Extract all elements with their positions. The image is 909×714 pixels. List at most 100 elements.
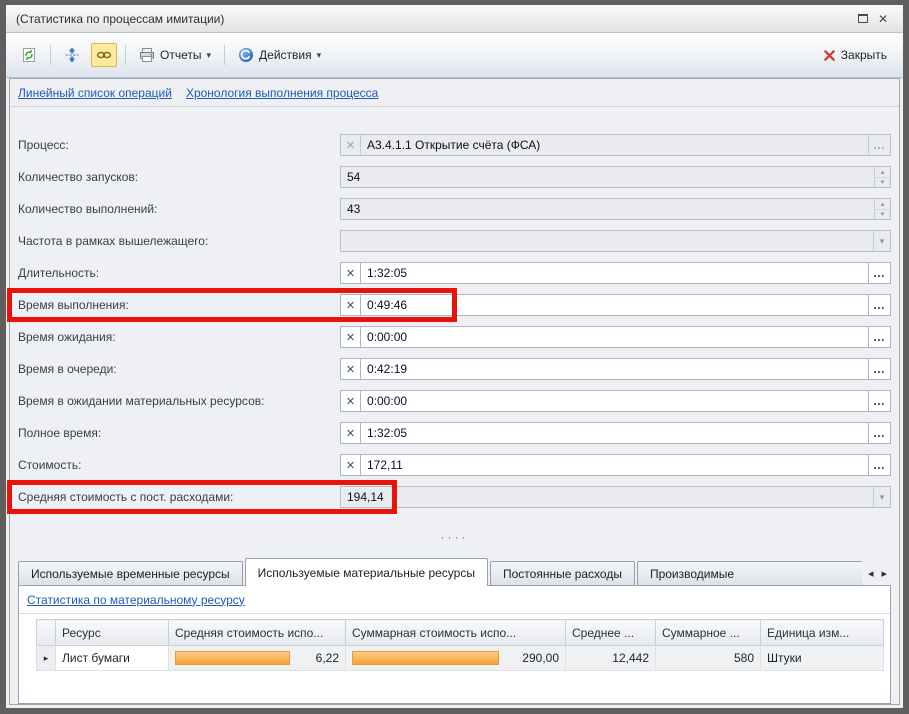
clear-icon[interactable]: ✕ xyxy=(341,359,361,379)
toolbar-separator xyxy=(125,45,126,65)
execution-time-field[interactable]: ✕ 0:49:46 … xyxy=(340,294,891,316)
spin-down-icon: ▾ xyxy=(875,178,890,188)
launch-count-value: 54 xyxy=(341,167,874,187)
clear-icon[interactable]: ✕ xyxy=(341,295,361,315)
duration-value[interactable]: 1:32:05 xyxy=(361,263,868,283)
form-row-execution-count: Количество выполнений: 43 ▴▾ xyxy=(18,198,891,220)
execution-time-value[interactable]: 0:49:46 xyxy=(361,295,868,315)
printer-icon xyxy=(139,47,155,63)
clear-icon[interactable]: ✕ xyxy=(341,391,361,411)
tab-scroll-left-icon[interactable]: ◂ xyxy=(868,567,874,580)
actions-globe-icon xyxy=(238,47,254,63)
screenshot-root: (Статистика по процессам имитации) ✕ xyxy=(0,0,909,714)
cost-value[interactable]: 172,11 xyxy=(361,455,868,475)
avg-cost-fixed-value: 194,14 xyxy=(341,487,873,507)
frequency-field: ▾ xyxy=(340,230,891,252)
resource-grid-wrap: Ресурс Средняя стоимость испо... Суммарн… xyxy=(36,619,890,671)
material-wait-time-value[interactable]: 0:00:00 xyxy=(361,391,868,411)
form-row-avg-cost-fixed: Средняя стоимость с пост. расходами: 194… xyxy=(18,486,891,508)
form-row-duration: Длительность: ✕ 1:32:05 … xyxy=(18,262,891,284)
ellipsis-button[interactable]: … xyxy=(868,327,890,347)
ellipsis-button[interactable]: … xyxy=(868,263,890,283)
waiting-time-value[interactable]: 0:00:00 xyxy=(361,327,868,347)
window-close-button[interactable]: ✕ xyxy=(873,10,893,28)
linear-operations-link[interactable]: Линейный список операций xyxy=(18,86,172,100)
cost-label: Стоимость: xyxy=(18,458,340,472)
close-label: Закрыть xyxy=(841,48,887,62)
ellipsis-button[interactable]: … xyxy=(868,423,890,443)
page-link-row: Статистика по материальному ресурсу xyxy=(19,586,890,614)
process-field: ✕ А3.4.1.1 Открытие счёта (ФСА) … xyxy=(340,134,891,156)
full-time-field[interactable]: ✕ 1:32:05 … xyxy=(340,422,891,444)
cell-total-cost[interactable]: 290,00 xyxy=(346,646,566,671)
tab-scroll-right-icon[interactable]: ▸ xyxy=(881,567,887,580)
column-header-unit[interactable]: Единица изм... xyxy=(761,620,884,646)
splitter-handle[interactable]: ···· xyxy=(10,530,899,544)
column-header-avg-cost[interactable]: Средняя стоимость испо... xyxy=(169,620,346,646)
cell-unit[interactable]: Штуки xyxy=(761,646,884,671)
form-row-launch-count: Количество запусков: 54 ▴▾ xyxy=(18,166,891,188)
cell-avg-qty[interactable]: 12,442 xyxy=(566,646,656,671)
waiting-time-field[interactable]: ✕ 0:00:00 … xyxy=(340,326,891,348)
material-resources-tab-page: Статистика по материальному ресурсу Ресу… xyxy=(18,585,891,704)
spin-down-icon: ▾ xyxy=(875,210,890,220)
row-indicator-icon: ▸ xyxy=(37,646,56,671)
tab-temporary-resources[interactable]: Используемые временные ресурсы xyxy=(18,561,243,585)
clear-icon[interactable]: ✕ xyxy=(341,455,361,475)
spinner: ▴▾ xyxy=(874,199,890,219)
dropdown-caret-icon: ▾ xyxy=(206,50,211,61)
cell-resource[interactable]: Лист бумаги xyxy=(56,646,169,671)
duration-field[interactable]: ✕ 1:32:05 … xyxy=(340,262,891,284)
dropdown-arrow-icon: ▾ xyxy=(873,487,890,507)
column-header-total-qty[interactable]: Суммарное ... xyxy=(656,620,761,646)
lookup-ellipsis-button: … xyxy=(868,135,890,155)
ellipsis-button[interactable]: … xyxy=(868,295,890,315)
avg-cost-bar xyxy=(175,651,290,665)
ellipsis-button[interactable]: … xyxy=(868,455,890,475)
form-row-queue-time: Время в очереди: ✕ 0:42:19 … xyxy=(18,358,891,380)
cost-field[interactable]: ✕ 172,11 … xyxy=(340,454,891,476)
column-header-resource[interactable]: Ресурс xyxy=(56,620,169,646)
full-time-value[interactable]: 1:32:05 xyxy=(361,423,868,443)
table-row[interactable]: ▸ Лист бумаги 6,22 xyxy=(37,646,884,671)
avg-cost-fixed-field: 194,14 ▾ xyxy=(340,486,891,508)
queue-time-value[interactable]: 0:42:19 xyxy=(361,359,868,379)
clear-icon[interactable]: ✕ xyxy=(341,327,361,347)
column-header-total-cost[interactable]: Суммарная стоимость испо... xyxy=(346,620,566,646)
total-cost-value: 290,00 xyxy=(516,651,559,665)
column-header-avg-qty[interactable]: Среднее ... xyxy=(566,620,656,646)
tab-scroll-buttons: ◂ ▸ xyxy=(862,561,891,585)
cell-total-qty[interactable]: 580 xyxy=(656,646,761,671)
ellipsis-button[interactable]: … xyxy=(868,391,890,411)
link-mode-toggle[interactable] xyxy=(91,43,117,67)
tab-fixed-costs[interactable]: Постоянные расходы xyxy=(490,561,635,585)
refresh-button[interactable] xyxy=(16,43,42,67)
reports-menu-button[interactable]: Отчеты ▾ xyxy=(134,43,216,67)
duration-label: Длительность: xyxy=(18,266,340,280)
form-row-process: Процесс: ✕ А3.4.1.1 Открытие счёта (ФСА)… xyxy=(18,134,891,156)
avg-cost-value: 6,22 xyxy=(310,651,339,665)
material-wait-time-field[interactable]: ✕ 0:00:00 … xyxy=(340,390,891,412)
form-row-waiting-time: Время ожидания: ✕ 0:00:00 … xyxy=(18,326,891,348)
frequency-value xyxy=(341,231,873,251)
clear-icon[interactable]: ✕ xyxy=(341,263,361,283)
autofit-button[interactable] xyxy=(59,43,85,67)
fit-height-icon xyxy=(64,47,80,63)
tab-strip: Используемые временные ресурсы Используе… xyxy=(18,558,891,585)
maximize-button[interactable] xyxy=(853,10,873,28)
refresh-icon xyxy=(21,47,37,63)
close-button[interactable]: Закрыть xyxy=(817,45,893,65)
form-row-frequency: Частота в рамках вышележащего: ▾ xyxy=(18,230,891,252)
tab-produced[interactable]: Производимые xyxy=(637,561,862,585)
cell-avg-cost[interactable]: 6,22 xyxy=(169,646,346,671)
actions-menu-button[interactable]: Действия ▾ xyxy=(233,43,326,67)
material-resource-statistics-link[interactable]: Статистика по материальному ресурсу xyxy=(27,593,245,607)
clear-icon[interactable]: ✕ xyxy=(341,423,361,443)
execution-time-label: Время выполнения: xyxy=(18,298,340,312)
reports-label: Отчеты xyxy=(160,48,201,62)
ellipsis-button[interactable]: … xyxy=(868,359,890,379)
red-x-icon xyxy=(823,49,836,62)
tab-material-resources[interactable]: Используемые материальные ресурсы xyxy=(245,558,488,586)
process-chronology-link[interactable]: Хронология выполнения процесса xyxy=(186,86,378,100)
queue-time-field[interactable]: ✕ 0:42:19 … xyxy=(340,358,891,380)
